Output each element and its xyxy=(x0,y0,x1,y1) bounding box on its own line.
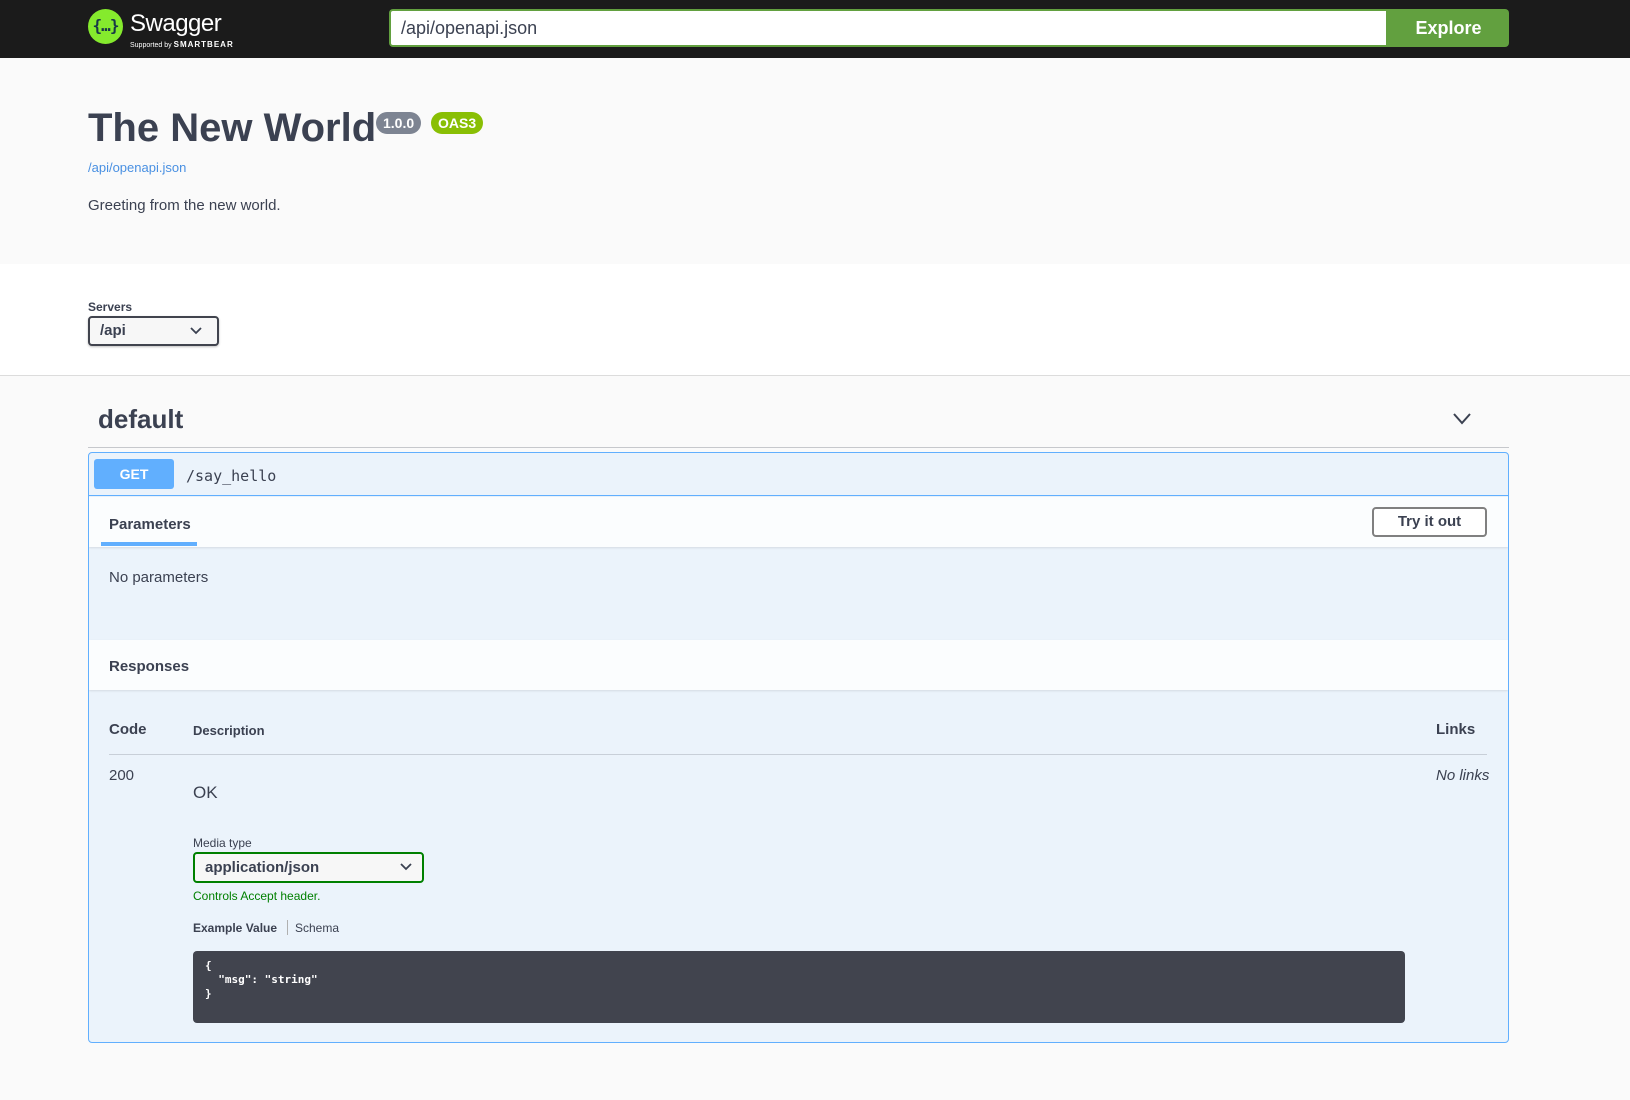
table-header-divider xyxy=(109,754,1487,755)
operation-summary[interactable]: GET /say_hello xyxy=(89,453,1508,496)
swagger-logo-icon: {…} xyxy=(88,9,123,44)
responses-header: Responses xyxy=(89,640,1508,690)
tag-divider xyxy=(88,447,1509,448)
oas-badge: OAS3 xyxy=(431,112,484,134)
logo-tagline: Supported by SMARTBEAR xyxy=(130,40,234,49)
response-links: No links xyxy=(1436,767,1490,784)
operation-path: /say_hello xyxy=(186,467,277,485)
spec-link[interactable]: /api/openapi.json xyxy=(88,160,186,175)
column-header-links: Links xyxy=(1436,721,1476,738)
tab-example-value[interactable]: Example Value xyxy=(193,921,277,935)
media-type-select[interactable]: application/json xyxy=(193,852,424,883)
servers-section: Servers /api xyxy=(0,264,1630,376)
media-type-value: application/json xyxy=(205,859,320,876)
tab-schema[interactable]: Schema xyxy=(295,921,339,935)
version-badge: 1.0.0 xyxy=(376,112,422,134)
tab-parameters[interactable]: Parameters xyxy=(109,516,191,533)
operation-block: GET /say_hello Parameters Try it out No … xyxy=(88,452,1509,1043)
response-description: OK xyxy=(193,783,218,802)
no-parameters-text: No parameters xyxy=(109,569,209,586)
chevron-down-icon xyxy=(400,863,412,871)
example-value-code: { "msg": "string" } xyxy=(193,951,1405,1023)
try-it-out-button[interactable]: Try it out xyxy=(1372,507,1487,537)
responses-title: Responses xyxy=(109,658,190,675)
media-type-label: Media type xyxy=(193,836,252,850)
logo-tagline-prefix: Supported by xyxy=(130,42,172,49)
chevron-down-icon xyxy=(190,327,202,335)
servers-selected-value: /api xyxy=(100,322,126,339)
tab-separator xyxy=(287,920,288,935)
logo-name: Swagger xyxy=(130,10,222,37)
response-code: 200 xyxy=(109,767,135,784)
column-header-description: Description xyxy=(193,723,265,738)
top-bar: {…} Swagger Supported by SMARTBEAR /api/… xyxy=(0,0,1630,58)
spec-url-input[interactable]: /api/openapi.json xyxy=(389,9,1388,47)
chevron-down-icon[interactable] xyxy=(1453,413,1471,425)
swagger-logo[interactable]: {…} Swagger Supported by SMARTBEAR xyxy=(88,9,238,49)
media-type-hint: Controls Accept header. xyxy=(193,889,321,903)
servers-label: Servers xyxy=(88,300,133,314)
servers-select[interactable]: /api xyxy=(88,316,219,346)
api-title: The New World xyxy=(88,106,377,150)
parameters-header: Parameters Try it out xyxy=(89,497,1508,547)
logo-tagline-brand: SMARTBEAR xyxy=(173,40,234,49)
column-header-code: Code xyxy=(109,721,147,738)
tab-active-indicator xyxy=(101,542,197,546)
api-description: Greeting from the new world. xyxy=(88,197,281,214)
explore-button[interactable]: Explore xyxy=(1388,9,1509,47)
tag-title[interactable]: default xyxy=(98,404,183,435)
method-badge: GET xyxy=(94,459,174,489)
